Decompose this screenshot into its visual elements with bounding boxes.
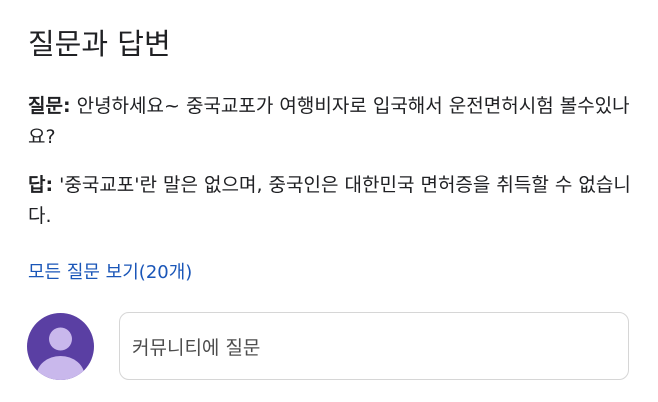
ask-community-input[interactable]: 커뮤니티에 질문 — [119, 312, 629, 380]
question-label: 질문: — [28, 95, 71, 117]
question-text: 안녕하세요~ 중국교포가 여행비자로 입국해서 운전면허시험 볼수있나요? — [28, 95, 630, 148]
answer-label: 답: — [28, 174, 54, 196]
question-block: 질문: 안녕하세요~ 중국교포가 여행비자로 입국해서 운전면허시험 볼수있나요… — [28, 91, 638, 153]
section-title: 질문과 답변 — [28, 27, 171, 61]
answer-text: '중국교포'란 말은 없으며, 중국인은 대한민국 면허증을 취득할 수 없습니… — [28, 174, 631, 227]
answer-block: 답: '중국교포'란 말은 없으며, 중국인은 대한민국 면허증을 취득할 수 … — [28, 170, 638, 232]
view-all-questions-link[interactable]: 모든 질문 보기(20개) — [28, 256, 192, 290]
user-avatar-icon — [27, 313, 94, 380]
ask-community-placeholder: 커뮤니티에 질문 — [132, 336, 261, 359]
